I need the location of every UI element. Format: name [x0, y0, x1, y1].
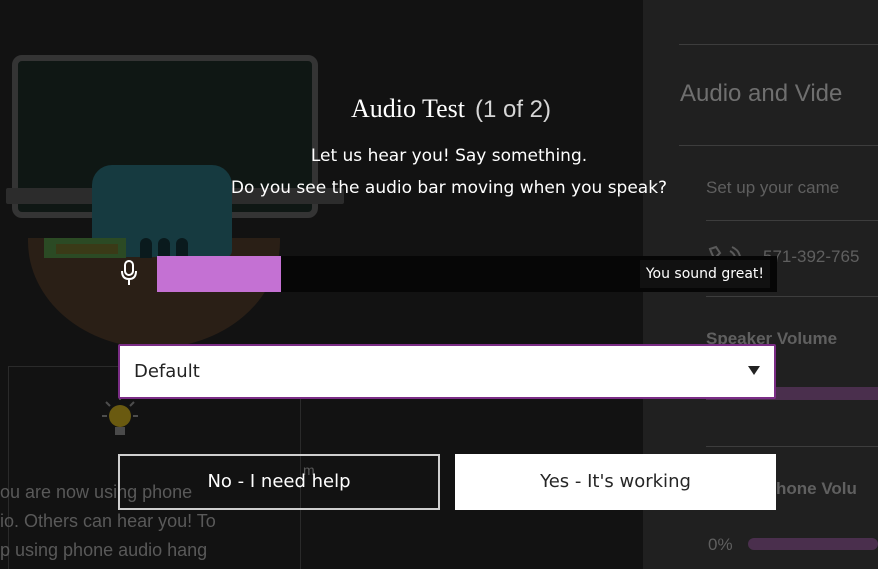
microphone-volume-label: hone Volu [776, 479, 857, 498]
microphone-device-select[interactable]: Default [118, 344, 776, 399]
dropdown-caret-icon [748, 366, 760, 375]
prompt-line-2: Do you see the audio bar moving when you… [230, 178, 668, 198]
phone-number: 571-392-765 [763, 247, 860, 266]
panel-divider [706, 296, 878, 297]
audio-level-fill [157, 256, 281, 292]
basket-slot [158, 238, 170, 258]
panel-divider [706, 220, 878, 221]
microphone-icon [121, 260, 137, 285]
selected-device: Default [134, 361, 200, 382]
modal-title: Audio Test [350, 94, 465, 123]
modal-header: Audio Test (1 of 2) [0, 94, 878, 124]
audio-level-meter: You sound great! [157, 256, 777, 292]
no-need-help-button[interactable]: No - I need help [118, 454, 440, 510]
panel-divider [679, 44, 878, 45]
prompt-line-1: Let us hear you! Say something. [310, 146, 588, 166]
basket-slot [140, 238, 152, 258]
lightbulb-icon [102, 394, 138, 435]
books-illustration-top [56, 244, 118, 254]
audio-status-label: You sound great! [639, 260, 770, 288]
yes-working-button[interactable]: Yes - It's working [455, 454, 776, 510]
microphone-volume-slider [748, 538, 878, 550]
basket-slot [176, 238, 188, 258]
microphone-volume-value: 0% [708, 535, 733, 554]
panel-divider [706, 446, 878, 447]
step-indicator: (1 of 2) [474, 96, 551, 123]
